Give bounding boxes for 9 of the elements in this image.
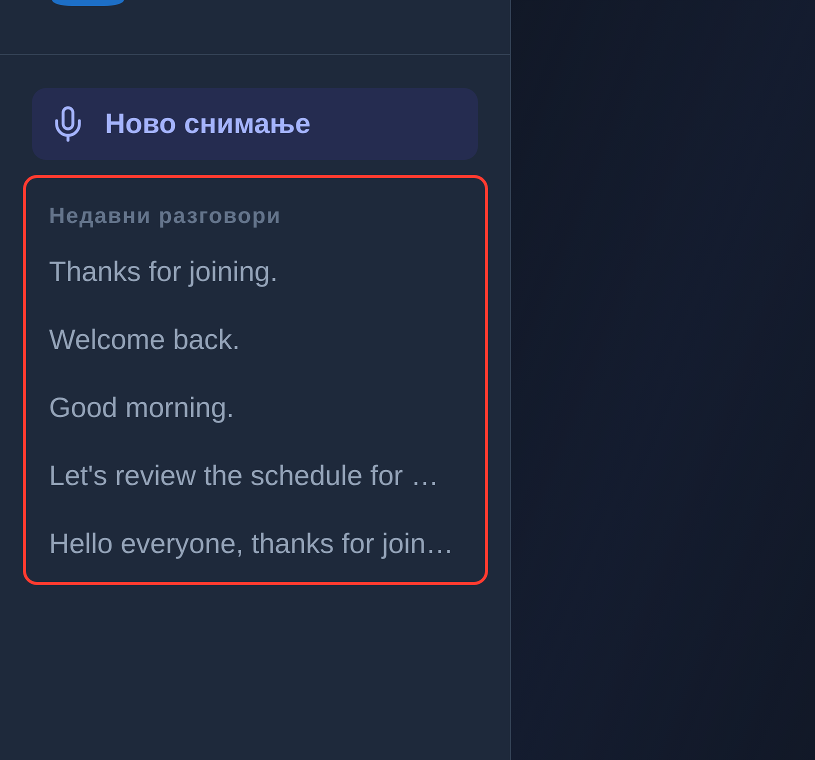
conversation-item[interactable]: Thanks for joining. <box>49 254 278 290</box>
new-recording-button[interactable]: Ново снимање <box>32 88 478 160</box>
conversation-item[interactable]: Good morning. <box>49 390 234 426</box>
microphone-icon <box>55 106 81 142</box>
conversation-item[interactable]: Let's review the schedule for … <box>49 458 439 494</box>
conversation-item[interactable]: Welcome back. <box>49 322 240 358</box>
conversation-item[interactable]: Hello everyone, thanks for join… <box>49 526 454 562</box>
partial-button[interactable] <box>52 0 124 6</box>
recent-heading: Недавни разговори <box>49 202 282 230</box>
